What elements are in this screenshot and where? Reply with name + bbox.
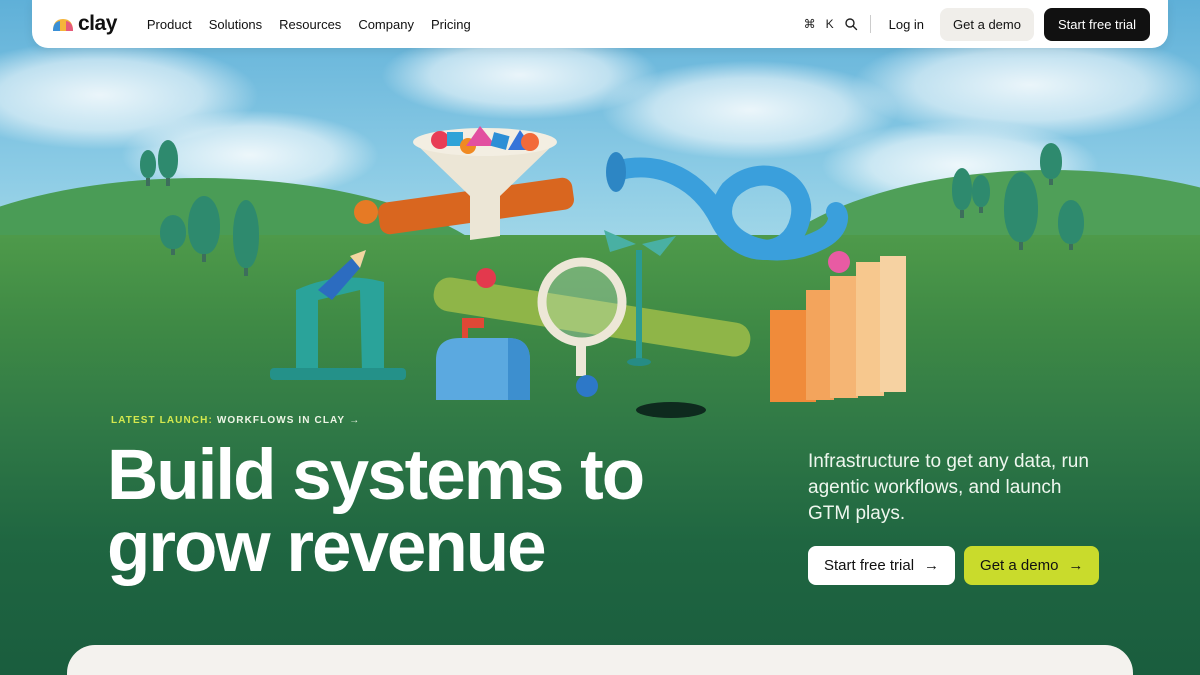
command-key-icon[interactable]: ⌘ bbox=[804, 17, 816, 31]
headline-line-1: Build systems to bbox=[107, 436, 645, 515]
launch-prefix: LATEST LAUNCH: bbox=[111, 415, 213, 426]
arrow-right-icon: → bbox=[924, 557, 940, 574]
top-navbar: clay Product Solutions Resources Company… bbox=[32, 0, 1168, 48]
hero-subtext: Infrastructure to get any data, run agen… bbox=[808, 451, 1089, 524]
launch-title: WORKFLOWS IN CLAY bbox=[216, 415, 346, 426]
arrow-right-icon: → bbox=[349, 415, 361, 426]
arrow-right-icon: → bbox=[1068, 557, 1084, 574]
hero-cta-row: Start free trial → Get a demo → bbox=[808, 546, 1100, 585]
header-actions: ⌘ K Log in Get a demo Start free trial bbox=[804, 7, 1150, 41]
nav-item-solutions[interactable]: Solutions bbox=[209, 17, 262, 32]
latest-launch-link[interactable]: LATEST LAUNCH: WORKFLOWS IN CLAY → bbox=[111, 415, 360, 426]
login-link[interactable]: Log in bbox=[883, 17, 930, 32]
search-icon[interactable] bbox=[844, 17, 858, 31]
ground-hole bbox=[636, 402, 706, 418]
nav-item-resources[interactable]: Resources bbox=[279, 17, 341, 32]
shortcut-key-label[interactable]: K bbox=[826, 17, 834, 31]
funnel-illustration bbox=[354, 126, 574, 240]
coil-tube-illustration bbox=[606, 152, 848, 261]
clay-logo-icon bbox=[53, 19, 73, 31]
headline-line-2: grow revenue bbox=[107, 508, 547, 587]
next-section-card bbox=[67, 645, 1133, 675]
start-trial-button-header[interactable]: Start free trial bbox=[1043, 7, 1150, 41]
nav-item-company[interactable]: Company bbox=[358, 17, 414, 32]
logo[interactable]: clay bbox=[52, 12, 117, 36]
header-divider bbox=[869, 15, 871, 33]
mailbox-illustration bbox=[436, 318, 530, 400]
pencil-stand-illustration bbox=[270, 250, 406, 380]
bar-blocks-illustration bbox=[770, 251, 906, 402]
hero-headline: Build systems to grow revenue bbox=[107, 436, 645, 587]
magnifier-illustration bbox=[537, 257, 627, 397]
get-demo-button[interactable]: Get a demo → bbox=[964, 546, 1100, 585]
main-nav: Product Solutions Resources Company Pric… bbox=[147, 17, 471, 32]
nav-item-pricing[interactable]: Pricing bbox=[431, 17, 471, 32]
get-demo-label: Get a demo bbox=[980, 557, 1059, 574]
logo-text: clay bbox=[78, 12, 117, 35]
get-demo-button-header[interactable]: Get a demo bbox=[940, 7, 1034, 41]
start-trial-button[interactable]: Start free trial → bbox=[808, 546, 956, 585]
nav-item-product[interactable]: Product bbox=[147, 17, 192, 32]
start-trial-label: Start free trial bbox=[824, 557, 915, 574]
